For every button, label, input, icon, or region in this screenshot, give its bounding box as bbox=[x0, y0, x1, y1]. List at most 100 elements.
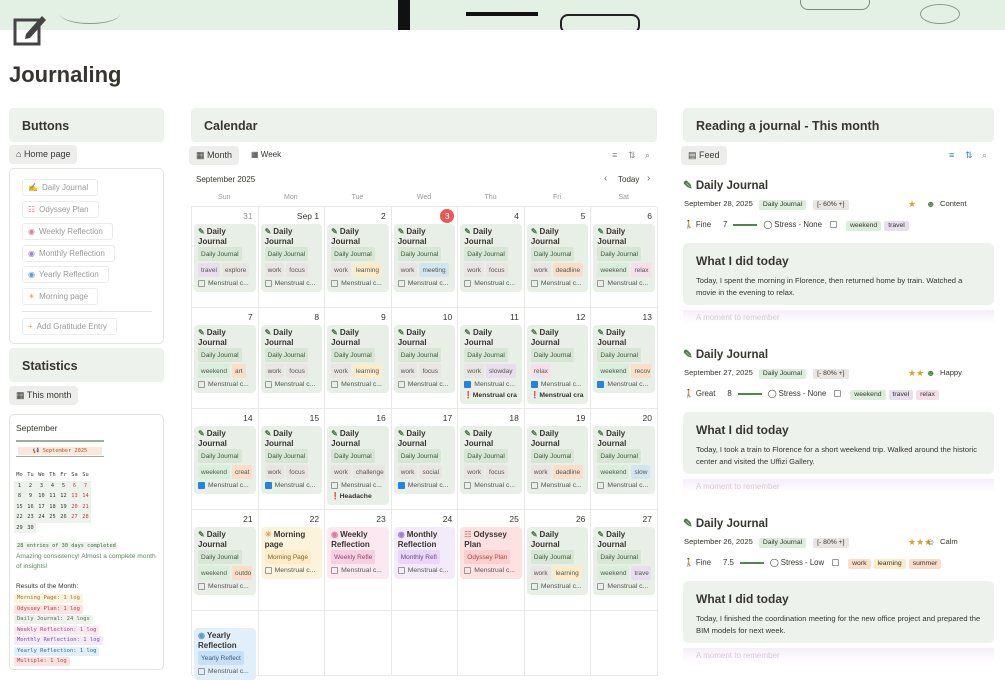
today-button[interactable]: Today bbox=[618, 175, 639, 184]
menstrual-checkbox[interactable] bbox=[198, 380, 205, 388]
calendar-entry-card[interactable]: ✎ Daily Journal Daily Journal work deadline M… bbox=[526, 426, 589, 494]
calendar-entry-card[interactable]: ✎ Daily Journal Daily Journal work meeting Me… bbox=[393, 224, 456, 292]
menstrual-checkbox[interactable] bbox=[530, 481, 538, 489]
calendar-entry-card[interactable]: ◉ Monthly Reflection Monthly Refl Menstrual… bbox=[393, 527, 456, 579]
calendar-day-cell[interactable]: 20 ✎ Daily Journal Daily Journal weekend slow… bbox=[591, 409, 658, 510]
button-daily-journal[interactable]: ✍ Daily Journal bbox=[22, 179, 99, 196]
calendar-entry-card[interactable]: ◉ Weekly Reflection Weekly Refle Menstrual … bbox=[327, 527, 389, 579]
feed-entry-title[interactable]: ✎ Daily Journal bbox=[683, 178, 994, 192]
menstrual-checkbox[interactable] bbox=[264, 279, 272, 287]
menstrual-checkbox[interactable] bbox=[530, 279, 538, 287]
calendar-entry-card[interactable]: ✎ Daily Journal Daily Journal weekend art Men… bbox=[194, 325, 256, 393]
menstrual-checkbox[interactable] bbox=[198, 279, 205, 287]
calendar-entry-card[interactable]: ✎ Daily Journal Daily Journal work focus Mens… bbox=[393, 325, 456, 393]
calendar-day-cell[interactable]: 18 ✎ Daily Journal Daily Journal work focus Me… bbox=[458, 409, 525, 510]
calendar-day-cell[interactable] bbox=[458, 611, 525, 676]
calendar-day-cell[interactable]: 23 ◉ Weekly Reflection Weekly Refle Menstrua… bbox=[325, 510, 392, 611]
sort-icon[interactable]: ⇅ bbox=[965, 150, 973, 161]
calendar-day-cell[interactable] bbox=[325, 611, 392, 676]
menstrual-checkbox[interactable] bbox=[597, 380, 605, 388]
calendar-entry-card[interactable]: ✎ Daily Journal Daily Journal work focus Mens… bbox=[260, 224, 323, 292]
feed-tab[interactable]: ▤ Feed bbox=[681, 146, 727, 165]
calendar-day-cell[interactable]: 24 ◉ Monthly Reflection Monthly Refl Menstru… bbox=[391, 510, 459, 611]
view-week-tab[interactable]: ▦ Week bbox=[251, 150, 281, 159]
calendar-entry-card[interactable]: ✎ Daily Journal Daily Journal work challenge… bbox=[327, 426, 389, 505]
calendar-entry-card[interactable]: ☷ Odyssey Plan Odyssey Plan Menstrual c... bbox=[460, 527, 522, 579]
menstrual-checkbox[interactable] bbox=[464, 481, 472, 489]
filter-icon[interactable]: ≡ bbox=[612, 150, 617, 160]
calendar-entry-card[interactable]: ◉ Yearly Reflection Yearly Reflect Menstrua… bbox=[194, 628, 256, 680]
calendar-day-cell[interactable]: 25 ☷ Odyssey Plan Odyssey Plan Menstrual c..… bbox=[458, 510, 525, 611]
filter-icon[interactable]: ≡ bbox=[949, 150, 954, 160]
checkbox[interactable] bbox=[829, 221, 837, 229]
calendar-entry-card[interactable]: ✎ Daily Journal Daily Journal relax Menstrua… bbox=[526, 325, 589, 404]
search-icon[interactable]: ⌕ bbox=[982, 150, 987, 161]
calendar-day-cell[interactable]: 12 ✎ Daily Journal Daily Journal relax Menstr… bbox=[524, 308, 592, 409]
calendar-entry-card[interactable]: ✎ Daily Journal Daily Journal work deadline M… bbox=[526, 224, 589, 292]
calendar-entry-card[interactable]: ✎ Daily Journal Daily Journal work focus Mens… bbox=[460, 426, 522, 494]
menstrual-checkbox[interactable] bbox=[530, 380, 538, 388]
menstrual-checkbox[interactable] bbox=[397, 380, 405, 388]
menstrual-checkbox[interactable] bbox=[264, 380, 272, 388]
calendar-day-cell[interactable]: 10 ✎ Daily Journal Daily Journal work focus Me… bbox=[391, 308, 459, 409]
calendar-entry-card[interactable]: ✎ Daily Journal Daily Journal work focus Mens… bbox=[260, 325, 323, 393]
menstrual-checkbox[interactable] bbox=[397, 481, 405, 489]
calendar-day-cell[interactable]: 5 ✎ Daily Journal Daily Journal work deadline… bbox=[524, 207, 592, 308]
calendar-entry-card[interactable]: ✎ Daily Journal Daily Journal weekend slow Me… bbox=[593, 426, 655, 494]
calendar-day-cell[interactable] bbox=[524, 611, 592, 676]
menstrual-checkbox[interactable] bbox=[198, 582, 205, 590]
menstrual-checkbox[interactable] bbox=[331, 279, 339, 287]
calendar-day-cell[interactable]: 6 ✎ Daily Journal Daily Journal weekend relax… bbox=[591, 207, 658, 308]
calendar-entry-card[interactable]: ✎ Daily Journal Daily Journal work learning M… bbox=[327, 325, 389, 393]
calendar-day-cell[interactable]: 8 ✎ Daily Journal Daily Journal work focus Men… bbox=[258, 308, 326, 409]
menstrual-checkbox[interactable] bbox=[264, 481, 272, 489]
calendar-day-cell[interactable]: 13 ✎ Daily Journal Daily Journal weekend reco… bbox=[591, 308, 658, 409]
menstrual-checkbox[interactable] bbox=[331, 566, 339, 574]
calendar-day-cell[interactable]: 3 ✎ Daily Journal Daily Journal work meeting M… bbox=[391, 207, 459, 308]
calendar-entry-card[interactable]: ✎ Daily Journal Daily Journal work slowday Me… bbox=[460, 325, 522, 404]
calendar-day-cell[interactable]: 27 ✎ Daily Journal Daily Journal weekend trav… bbox=[591, 510, 658, 611]
checkbox[interactable] bbox=[832, 559, 840, 567]
calendar-day-cell[interactable]: 17 ✎ Daily Journal Daily Journal work social M… bbox=[391, 409, 459, 510]
menstrual-checkbox[interactable] bbox=[397, 279, 405, 287]
calendar-day-cell[interactable]: Sep 1 ✎ Daily Journal Daily Journal work focu… bbox=[258, 207, 326, 308]
feed-entry-title[interactable]: ✎ Daily Journal bbox=[683, 516, 994, 530]
menstrual-checkbox[interactable] bbox=[331, 380, 339, 388]
sort-icon[interactable]: ⇅ bbox=[628, 150, 636, 161]
calendar-entry-card[interactable]: ✎ Daily Journal Daily Journal work focus Mens… bbox=[460, 224, 522, 292]
button-weekly-reflection[interactable]: ◉ Weekly Reflection bbox=[22, 223, 113, 240]
calendar-entry-card[interactable]: ✎ Daily Journal Daily Journal weekend trave M… bbox=[593, 527, 655, 595]
checkbox[interactable] bbox=[834, 390, 842, 398]
calendar-day-cell[interactable]: 21 ✎ Daily Journal Daily Journal weekend outd… bbox=[192, 510, 259, 611]
menstrual-checkbox[interactable] bbox=[331, 481, 339, 489]
menstrual-checkbox[interactable] bbox=[530, 582, 538, 590]
calendar-day-cell[interactable]: 22 ☀ Morning page Morning Page Menstrual c..… bbox=[258, 510, 326, 611]
menstrual-checkbox[interactable] bbox=[198, 481, 205, 489]
calendar-entry-card[interactable]: ✎ Daily Journal Daily Journal weekend recov M… bbox=[593, 325, 655, 393]
calendar-day-cell[interactable]: 11 ✎ Daily Journal Daily Journal work slowday… bbox=[458, 308, 525, 409]
menstrual-checkbox[interactable] bbox=[464, 380, 472, 388]
calendar-day-cell[interactable]: 4 ✎ Daily Journal Daily Journal work focus Men… bbox=[458, 207, 525, 308]
button-odyssey-plan[interactable]: ☷ Odyssey Plan bbox=[22, 201, 99, 218]
calendar-day-cell[interactable] bbox=[258, 611, 326, 676]
calendar-day-cell[interactable]: 9 ✎ Daily Journal Daily Journal work learning… bbox=[325, 308, 392, 409]
calendar-day-cell[interactable]: 16 ✎ Daily Journal Daily Journal work challen… bbox=[325, 409, 392, 510]
menstrual-checkbox[interactable] bbox=[464, 566, 472, 574]
calendar-entry-card[interactable]: ✎ Daily Journal Daily Journal work learning M… bbox=[327, 224, 389, 292]
calendar-day-cell[interactable]: 26 ✎ Daily Journal Daily Journal work learnin… bbox=[524, 510, 592, 611]
button-morning-page[interactable]: ☀ Morning page bbox=[22, 288, 99, 305]
menstrual-checkbox[interactable] bbox=[597, 481, 605, 489]
calendar-day-cell[interactable]: 7 ✎ Daily Journal Daily Journal weekend art Me… bbox=[192, 308, 259, 409]
calendar-entry-card[interactable]: ✎ Daily Journal Daily Journal work social Men… bbox=[393, 426, 456, 494]
menstrual-checkbox[interactable] bbox=[264, 566, 272, 574]
button-monthly-reflection[interactable]: ◉ Monthly Reflection bbox=[22, 245, 115, 262]
calendar-entry-card[interactable]: ✎ Daily Journal Daily Journal work focus Mens… bbox=[260, 426, 323, 494]
calendar-entry-card[interactable]: ✎ Daily Journal Daily Journal weekend outdo M… bbox=[194, 527, 256, 595]
search-icon[interactable]: ⌕ bbox=[645, 150, 650, 161]
view-month-tab[interactable]: ▦ Month bbox=[189, 146, 240, 165]
calendar-day-cell[interactable]: 31 ✎ Daily Journal Daily Journal travel explo… bbox=[192, 207, 259, 308]
menstrual-checkbox[interactable] bbox=[198, 667, 205, 675]
calendar-day-cell[interactable]: 14 ✎ Daily Journal Daily Journal weekend crea… bbox=[192, 409, 259, 510]
calendar-entry-card[interactable]: ✎ Daily Journal Daily Journal weekend relax M… bbox=[593, 224, 655, 292]
calendar-entry-card[interactable]: ✎ Daily Journal Daily Journal weekend creat M… bbox=[194, 426, 256, 494]
